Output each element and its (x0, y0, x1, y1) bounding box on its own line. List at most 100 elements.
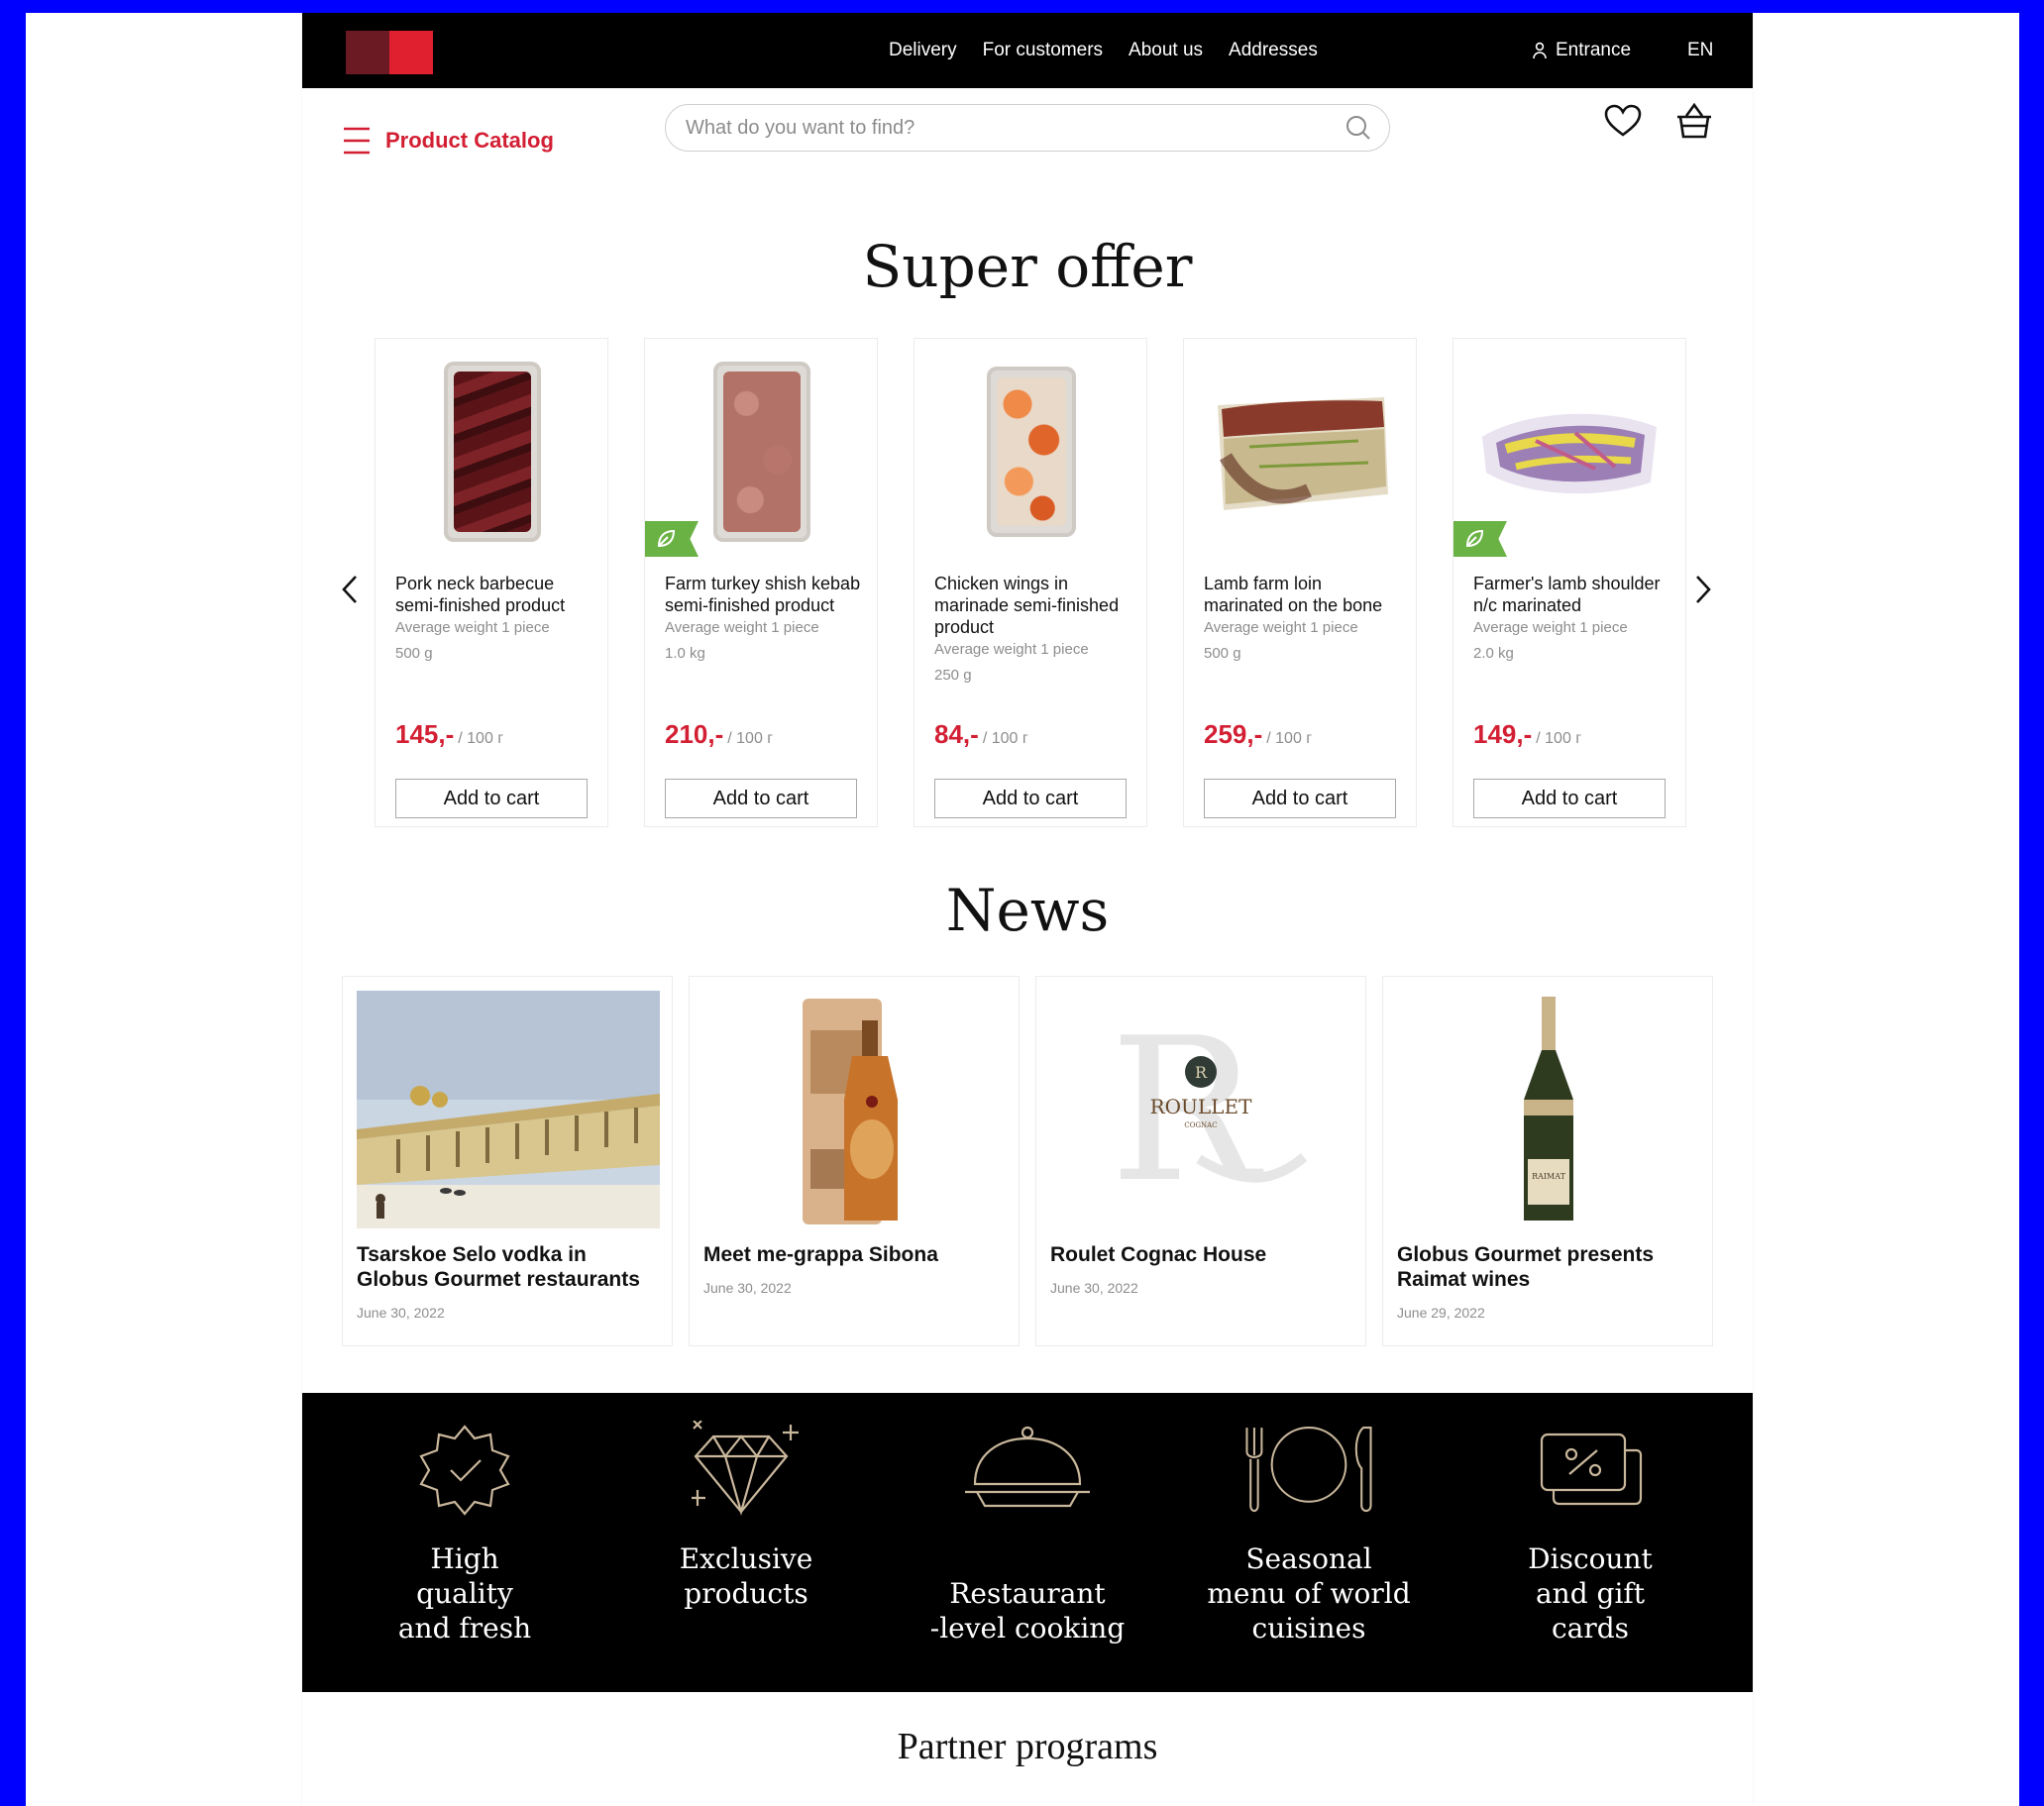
news-card[interactable]: Tsarskoe Selo vodka in Globus Gourmet re… (342, 976, 673, 1346)
product-name: Chicken wings in marinade semi-finished … (934, 574, 1120, 637)
chevron-right-icon (1696, 576, 1711, 603)
chevron-left-icon (342, 576, 357, 603)
feature-restaurant: Restaurant -level cooking (887, 1393, 1168, 1692)
diamond-icon (692, 1421, 799, 1517)
news-image (703, 991, 1007, 1228)
page: Delivery For customers About us Addresse… (302, 13, 1753, 1806)
product-price: 259,- (1204, 719, 1263, 749)
product-weight-label: Average weight 1 piece (934, 641, 1089, 658)
product-weight: 500 g (1204, 645, 1241, 662)
product-card[interactable]: Chicken wings in marinade semi-finished … (914, 338, 1147, 827)
feature-line: products (684, 1577, 808, 1610)
leaf-icon (1465, 529, 1484, 548)
product-price-unit: / 100 г (1266, 730, 1313, 747)
product-price-unit: / 100 г (1536, 730, 1582, 747)
add-to-cart-button[interactable]: Add to cart (1473, 779, 1666, 818)
logo-right-block (389, 31, 433, 74)
super-offer-heading: Super offer (862, 233, 1193, 300)
product-weight: 1.0 kg (665, 645, 705, 662)
product-image (661, 357, 863, 547)
language-switcher[interactable]: EN (1687, 13, 1713, 88)
news-image: RAIMAT (1397, 991, 1700, 1228)
raimat-label-text: RAIMAT (1532, 1172, 1565, 1181)
product-weight-label: Average weight 1 piece (1473, 619, 1628, 636)
product-image (1200, 357, 1402, 547)
product-card[interactable]: Lamb farm loin marinated on the bone Ave… (1183, 338, 1417, 827)
carousel-prev-button[interactable] (330, 570, 370, 609)
product-name: Lamb farm loin marinated on the bone (1204, 574, 1383, 615)
roullet-logo-subtext: COGNAC (1184, 1121, 1217, 1129)
product-carousel: Pork neck barbecue semi-finished product… (375, 338, 1686, 827)
news-date: June 30, 2022 (1050, 1280, 1138, 1296)
product-weight: 2.0 kg (1473, 645, 1514, 662)
site-logo[interactable] (346, 31, 433, 74)
nav-for-customers[interactable]: For customers (983, 40, 1103, 61)
raimat-bottle-photo: RAIMAT (1524, 997, 1573, 1221)
add-to-cart-button[interactable]: Add to cart (934, 779, 1127, 818)
news-card[interactable]: Meet me-grappa Sibona June 30, 2022 (689, 976, 1020, 1346)
product-card[interactable]: Pork neck barbecue semi-finished product… (375, 338, 608, 827)
news-date: June 30, 2022 (703, 1280, 792, 1296)
product-price-unit: / 100 г (727, 730, 774, 747)
add-to-cart-button[interactable]: Add to cart (395, 779, 588, 818)
search-bar (665, 104, 1390, 152)
product-weight-label: Average weight 1 piece (1204, 619, 1358, 636)
feature-line: menu of world (1207, 1577, 1411, 1610)
product-image (391, 357, 593, 547)
badge-check-icon (419, 1425, 510, 1516)
features-strip: High quality and fresh Exclusive product… (302, 1393, 1753, 1692)
roullet-logo-text: ROULLET (1150, 1095, 1252, 1118)
feature-line: Exclusive (679, 1542, 813, 1575)
product-card[interactable]: Farm turkey shish kebab semi-finished pr… (644, 338, 878, 827)
product-name: Pork neck barbecue semi-finished product (395, 574, 566, 615)
partner-programs-heading: Partner programs (897, 1726, 1158, 1767)
hamburger-menu-icon (344, 127, 370, 155)
feature-seasonal-menu: Seasonal menu of world cuisines (1168, 1393, 1450, 1692)
product-image (930, 357, 1132, 547)
grappa-bottle-photo (803, 999, 898, 1224)
product-weight-label: Average weight 1 piece (665, 619, 819, 636)
nav-about-us[interactable]: About us (1129, 40, 1203, 61)
user-icon (1533, 42, 1547, 59)
add-to-cart-button[interactable]: Add to cart (665, 779, 857, 818)
feature-line: and gift (1535, 1577, 1646, 1610)
product-weight-label: Average weight 1 piece (395, 619, 550, 636)
product-weight: 250 g (934, 667, 972, 684)
carousel-next-button[interactable] (1683, 570, 1723, 609)
roullet-logo: R R ROULLET COGNAC (1110, 996, 1308, 1226)
feature-quality: High quality and fresh (324, 1393, 605, 1692)
product-name: Farm turkey shish kebab semi-finished pr… (665, 574, 861, 615)
feature-line: Discount (1528, 1542, 1653, 1575)
plate-cutlery-icon (1245, 1427, 1372, 1513)
product-image (1469, 357, 1671, 547)
product-price: 210,- (665, 719, 724, 749)
feature-line: cuisines (1251, 1612, 1366, 1645)
palace-painting (357, 991, 660, 1228)
product-price: 145,- (395, 719, 455, 749)
nav-delivery[interactable]: Delivery (889, 40, 957, 61)
feature-line: High (430, 1542, 499, 1575)
product-card[interactable]: Farmer's lamb shoulder n/c marinated Ave… (1452, 338, 1686, 827)
entrance-link[interactable]: Entrance (1532, 13, 1631, 88)
cart-basket-icon[interactable] (1675, 102, 1713, 142)
feature-line: Seasonal (1245, 1542, 1372, 1575)
news-card[interactable]: RAIMAT Globus Gourmet presents Raimat wi… (1382, 976, 1713, 1346)
feature-exclusive: Exclusive products (605, 1393, 887, 1692)
nav-addresses[interactable]: Addresses (1229, 40, 1318, 61)
product-price-unit: / 100 г (458, 730, 504, 747)
lamb-shoulder-photo (1482, 413, 1657, 494)
product-price: 84,- (934, 719, 979, 749)
search-icon[interactable] (1345, 115, 1371, 141)
news-title: Meet me-grappa Sibona (703, 1243, 938, 1266)
news-title: Roulet Cognac House (1050, 1243, 1267, 1266)
add-to-cart-button[interactable]: Add to cart (1204, 779, 1396, 818)
lamb-loin-photo (1218, 397, 1388, 510)
cloche-icon (965, 1426, 1090, 1508)
leaf-icon (657, 529, 676, 548)
discount-card-icon (1540, 1433, 1643, 1506)
product-catalog-button[interactable]: Product Catalog (342, 112, 554, 169)
news-card[interactable]: R R ROULLET COGNAC Roulet Cognac House J… (1035, 976, 1366, 1346)
search-input[interactable] (686, 116, 1345, 140)
svg-text:R: R (1195, 1063, 1208, 1082)
favorites-heart-icon[interactable] (1604, 104, 1642, 138)
